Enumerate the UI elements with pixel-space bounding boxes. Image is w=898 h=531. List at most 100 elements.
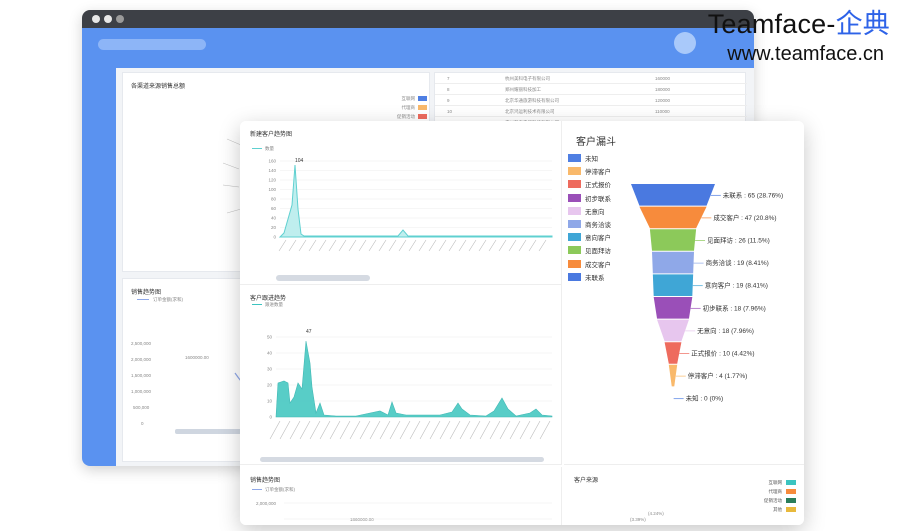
funnel-stage[interactable]	[664, 342, 682, 364]
dashboard-overlay: 新建客户趋势图 数量 0 20 40 60 80 100 120 140 160 104 客户跟…	[240, 121, 804, 525]
table-row[interactable]: 10 北京鸿运利技术有限公司 110000	[435, 106, 747, 117]
x-tick-label	[359, 420, 371, 440]
funnel-stage[interactable]	[639, 206, 707, 229]
x-tick-label	[348, 239, 357, 252]
pct-label: (3.39%)	[630, 517, 646, 522]
funnel-stage[interactable]	[653, 297, 693, 319]
table-row[interactable]: 9 北京华通旅游科技有限公司 120000	[435, 95, 747, 106]
stage-label: 未知 : 0 (0%)	[686, 394, 724, 403]
x-tick-label	[278, 239, 287, 252]
y-tick-label: 30	[267, 367, 273, 372]
window-maximize-dot[interactable]	[116, 15, 124, 23]
stage-label: 无意向 : 18 (7.96%)	[697, 326, 754, 335]
source-legend-item[interactable]: 代理商	[736, 488, 796, 497]
address-bar[interactable]	[98, 39, 206, 50]
window-minimize-dot[interactable]	[104, 15, 112, 23]
source-legend-item[interactable]: 促销活动	[736, 497, 796, 506]
x-tick-label	[519, 420, 531, 440]
x-tick-label	[529, 420, 541, 440]
y-tick-label: 140	[268, 168, 276, 173]
x-tick-label	[478, 239, 487, 252]
x-tick-label	[499, 420, 511, 440]
x-tick-label	[378, 239, 387, 252]
x-tick-label	[338, 239, 347, 252]
x-tick-label	[419, 420, 431, 440]
peak-data-label: 47	[306, 329, 312, 335]
funnel-stage[interactable]	[652, 274, 694, 296]
y-tick-label: 160	[268, 159, 276, 164]
avatar[interactable]	[674, 32, 696, 54]
source-title: 客户来源	[574, 478, 599, 484]
browser-header-bar	[82, 28, 754, 68]
brand-url: www.teamface.cn	[727, 43, 884, 65]
window-close-dot[interactable]	[92, 15, 100, 23]
legend-label: 其他	[773, 507, 782, 512]
x-tick-label	[368, 239, 377, 252]
source-legend-item[interactable]: 互联网	[736, 479, 796, 488]
stage-label: 停滞客户 : 4 (1.77%)	[688, 371, 748, 380]
new-customer-chart: 0 20 40 60 80 100 120 140 160 104	[268, 158, 553, 281]
y-tick-label: 10	[267, 399, 273, 404]
customer-follow-panel: 客户跟进趋势 跟进数量 0 10 20 30 40 50 47	[240, 285, 562, 465]
x-tick-label	[539, 420, 551, 440]
series-area	[278, 164, 553, 238]
y-tick-label: 40	[271, 216, 277, 221]
x-tick-label	[528, 239, 537, 252]
x-tick-label	[428, 239, 437, 252]
funnel-stage[interactable]	[652, 251, 694, 274]
peak-data-label: 104	[295, 158, 304, 164]
funnel-stage[interactable]	[649, 229, 697, 251]
y-tick-label: 0	[273, 235, 276, 240]
funnel-chart: 未联系 : 65 (28.76%) 成交客户 : 47 (20.8%) 见面拜访 :…	[631, 184, 783, 403]
y-tick-label: 0	[269, 415, 272, 420]
x-tick-label	[308, 239, 317, 252]
x-tick-label	[389, 420, 401, 440]
x-tick-label	[318, 239, 327, 252]
front-sales-chart	[284, 502, 552, 520]
x-tick-label	[538, 239, 547, 252]
brand-wordmark: Teamface-企典	[707, 9, 890, 39]
scrollbar[interactable]	[276, 275, 370, 281]
table-row[interactable]: 7 杭州美科电子有限公司 160000	[435, 73, 747, 84]
stage-label: 成交客户 : 47 (20.8%)	[713, 213, 776, 222]
customer-funnel-panel: 客户漏斗 未知 停滞客户 正式报价 初步联系 无意向 商务洽谈 意向客户 见面拜访 成交客户 未联…	[564, 121, 804, 465]
x-tick-label	[438, 239, 447, 252]
funnel-stage[interactable]	[657, 319, 689, 342]
x-tick-label	[289, 420, 301, 440]
x-tick-label	[509, 420, 521, 440]
x-tick-label	[439, 420, 451, 440]
x-tick-label	[408, 239, 417, 252]
x-tick-label	[469, 420, 481, 440]
x-tick-label	[288, 239, 297, 252]
x-tick-label	[329, 420, 341, 440]
x-tick-label	[269, 420, 281, 440]
y-tick-label: 40	[267, 351, 273, 356]
y-tick-label: 100	[268, 187, 276, 192]
legend-swatch	[786, 480, 796, 485]
series-area	[275, 340, 553, 418]
x-tick-label	[379, 420, 391, 440]
y-tick-label: 80	[271, 197, 277, 202]
x-tick-label	[518, 239, 527, 252]
legend-swatch	[786, 507, 796, 512]
x-tick-label	[458, 239, 467, 252]
front-sales-trend-panel: 销售趋势图 订单金额(求和) 2,000,000 1860000.00	[240, 467, 562, 525]
x-tick-label	[398, 239, 407, 252]
legend-label: 互联网	[768, 480, 783, 485]
table-row[interactable]: 8 郑州耀丽科技加工 180000	[435, 84, 747, 95]
scrollbar[interactable]	[260, 457, 544, 462]
legend-swatch	[786, 498, 796, 503]
x-tick-label	[508, 239, 517, 252]
x-tick-label	[479, 420, 491, 440]
x-tick-label	[399, 420, 411, 440]
legend-label: 促销活动	[764, 498, 782, 503]
x-tick-label	[279, 420, 291, 440]
window-titlebar	[82, 10, 754, 28]
x-tick-label	[298, 239, 307, 252]
x-tick-label	[409, 420, 421, 440]
funnel-stage[interactable]	[631, 184, 715, 206]
source-legend-item[interactable]: 其他	[736, 506, 796, 515]
x-tick-label	[498, 239, 507, 252]
screenshot-stage: 各渠道来源销售总额 互联网 代理商 促销活动 7 杭州美科电子有限公司 1600…	[0, 0, 898, 531]
funnel-stage[interactable]	[668, 364, 678, 387]
